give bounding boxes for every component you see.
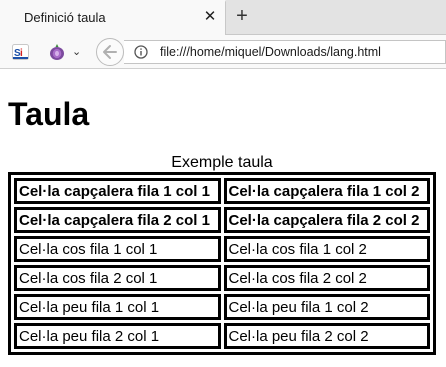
table-row: Cel·la peu fila 1 col 1 Cel·la peu fila … <box>14 294 430 320</box>
onion-extension-icon[interactable] <box>48 43 66 61</box>
table-row: Cel·la cos fila 2 col 1 Cel·la cos fila … <box>14 265 430 291</box>
body-cell: Cel·la cos fila 1 col 2 <box>223 236 430 262</box>
tab-active[interactable]: Definició taula ✕ <box>0 0 226 35</box>
table-head: Cel·la capçalera fila 1 col 1 Cel·la cap… <box>14 178 430 233</box>
chevron-down-icon[interactable]: ⌄ <box>72 45 81 58</box>
nav-bar: S i ⌄ file:///home/miquel/Downloads/lang… <box>0 35 446 69</box>
table-body: Cel·la cos fila 1 col 1 Cel·la cos fila … <box>14 236 430 291</box>
back-button[interactable] <box>96 38 124 66</box>
table-row: Cel·la peu fila 2 col 1 Cel·la peu fila … <box>14 323 430 349</box>
table-caption: Exemple taula <box>171 154 273 171</box>
back-arrow-icon <box>103 45 117 59</box>
url-text: file:///home/miquel/Downloads/lang.html <box>160 45 381 59</box>
header-cell: Cel·la capçalera fila 1 col 2 <box>223 178 430 204</box>
close-tab-icon[interactable]: ✕ <box>202 9 218 25</box>
address-bar[interactable]: file:///home/miquel/Downloads/lang.html <box>124 40 446 64</box>
table-row: Cel·la cos fila 1 col 1 Cel·la cos fila … <box>14 236 430 262</box>
page-content: Taula Exemple taula Cel·la capçalera fil… <box>0 70 446 367</box>
table-row: Cel·la capçalera fila 2 col 1 Cel·la cap… <box>14 207 430 233</box>
footer-cell: Cel·la peu fila 2 col 2 <box>223 323 430 349</box>
body-cell: Cel·la cos fila 1 col 1 <box>14 236 221 262</box>
footer-cell: Cel·la peu fila 1 col 1 <box>14 294 221 320</box>
extension-icon[interactable]: S i <box>12 44 29 60</box>
tab-bar: Definició taula ✕ + <box>0 0 446 35</box>
page-title: Taula <box>8 96 90 132</box>
new-tab-icon[interactable]: + <box>232 6 252 26</box>
footer-cell: Cel·la peu fila 2 col 1 <box>14 323 221 349</box>
table-row: Cel·la capçalera fila 1 col 1 Cel·la cap… <box>14 178 430 204</box>
body-cell: Cel·la cos fila 2 col 1 <box>14 265 221 291</box>
data-table: Cel·la capçalera fila 1 col 1 Cel·la cap… <box>8 172 436 355</box>
header-cell: Cel·la capçalera fila 2 col 2 <box>223 207 430 233</box>
body-cell: Cel·la cos fila 2 col 2 <box>223 265 430 291</box>
header-cell: Cel·la capçalera fila 2 col 1 <box>14 207 221 233</box>
header-cell: Cel·la capçalera fila 1 col 1 <box>14 178 221 204</box>
table-foot: Cel·la peu fila 1 col 1 Cel·la peu fila … <box>14 294 430 349</box>
info-icon[interactable] <box>134 45 148 59</box>
tab-title: Definició taula <box>24 10 106 25</box>
footer-cell: Cel·la peu fila 1 col 2 <box>223 294 430 320</box>
